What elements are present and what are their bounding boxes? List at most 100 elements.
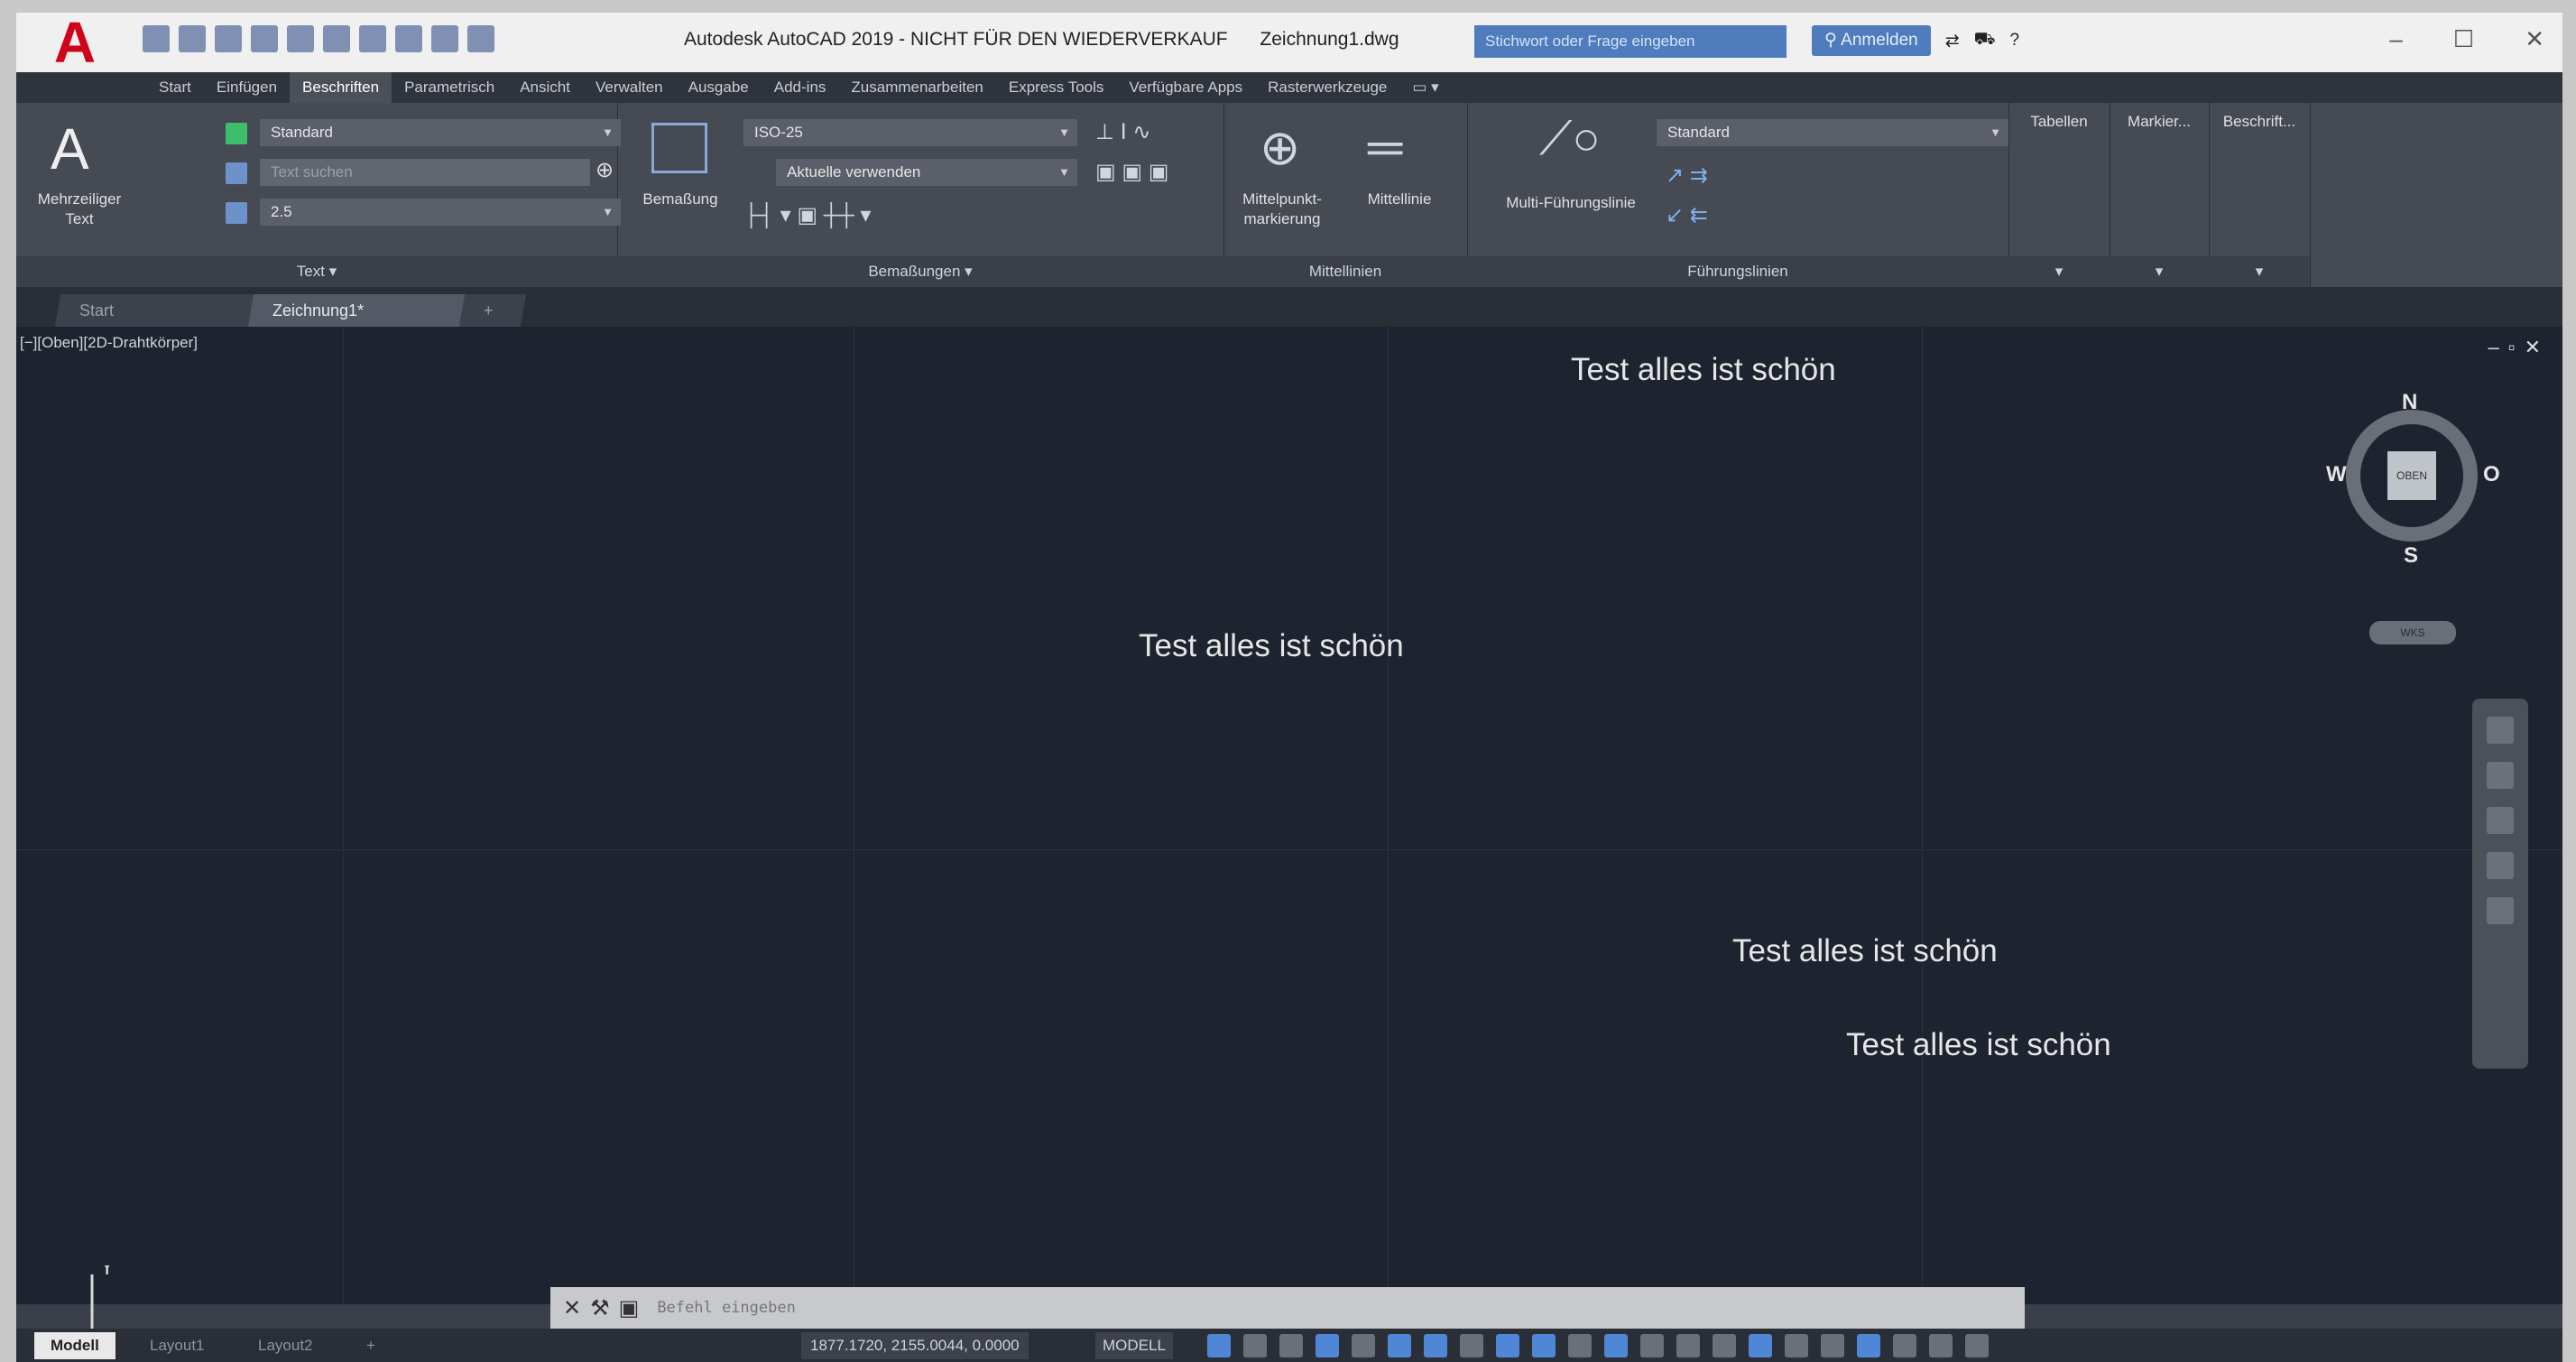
close-icon[interactable]: ✕ (563, 1295, 581, 1321)
viewport-controls-label[interactable]: [−][Oben][2D-Drahtkörper] (20, 334, 198, 352)
grid-icon[interactable] (1207, 1334, 1231, 1357)
compass-north[interactable]: N (2402, 390, 2417, 415)
share-icon[interactable] (467, 25, 494, 52)
ribbon-tab[interactable]: Ausgabe (676, 72, 762, 103)
sign-in-button[interactable]: ⚲ Anmelden (1812, 25, 1931, 56)
annotation-panel-expander[interactable]: ▾ (2209, 256, 2310, 287)
dimension-icon[interactable] (651, 123, 707, 173)
showmotion-icon[interactable] (2487, 897, 2514, 924)
object-snap-tracking-icon[interactable] (1388, 1334, 1411, 1357)
multileader-icon[interactable]: ⟋○ (1539, 112, 1601, 167)
dimension-button[interactable]: Bemaßung (626, 190, 734, 209)
multiline-text-icon[interactable]: A (51, 116, 89, 182)
zoom-icon[interactable] (2487, 807, 2514, 834)
transparency-icon[interactable] (1496, 1334, 1519, 1357)
customize-icon[interactable]: ⚒ (590, 1295, 610, 1321)
redo-icon[interactable] (431, 25, 458, 52)
drawing-text[interactable]: Test alles ist schön (1732, 933, 1998, 969)
layout1-tab[interactable]: Layout1 (134, 1332, 221, 1359)
add-layout-button[interactable]: + (350, 1332, 392, 1359)
orbit-icon[interactable] (2487, 852, 2514, 879)
ribbon-tab[interactable]: Verfügbare Apps (1116, 72, 1255, 103)
plot-icon[interactable] (323, 25, 350, 52)
viewcube-face[interactable]: OBEN (2387, 451, 2436, 500)
3d-osnap-icon[interactable] (1568, 1334, 1592, 1357)
centerline-icon[interactable]: ═ (1368, 119, 1402, 175)
lineweight-icon[interactable] (1460, 1334, 1483, 1357)
help-search-input[interactable]: Stichwort oder Frage eingeben (1474, 25, 1787, 58)
save-icon[interactable] (215, 25, 242, 52)
maximize-icon[interactable]: ☐ (2453, 25, 2474, 53)
recent-commands-icon[interactable]: ▣ (619, 1295, 640, 1321)
dim-tools-icons[interactable]: ├┤ ▾ ▣ ┼┼ ▾ (743, 202, 871, 228)
search-icon[interactable]: ⊕ (596, 157, 614, 183)
drawing-text[interactable]: Test alles ist schön (1846, 1027, 2111, 1063)
viewcube[interactable]: OBEN N S W O (2326, 390, 2500, 568)
selection-cycling-icon[interactable] (1532, 1334, 1556, 1357)
annotation-panel-label[interactable]: Beschrift... (2209, 112, 2310, 132)
add-leader-icons[interactable]: ↗ ⇉ (1666, 162, 1708, 189)
application-menu-button[interactable]: A (16, 13, 134, 72)
clean-screen-icon[interactable] (1929, 1334, 1953, 1357)
command-input[interactable]: Befehl eingeben (657, 1299, 796, 1317)
model-space-button[interactable]: MODELL (1095, 1332, 1173, 1359)
drawing-area[interactable]: [−][Oben][2D-Drahtkörper] –▫✕ Test alles… (16, 327, 2562, 1360)
ribbon-tab[interactable]: Einfügen (204, 72, 290, 103)
ribbon-tab[interactable]: Zusammenarbeiten (838, 72, 995, 103)
close-icon[interactable]: ✕ (2525, 25, 2544, 53)
ribbon-tab[interactable]: Verwalten (583, 72, 676, 103)
compass-west[interactable]: W (2326, 462, 2347, 487)
exchange-icon[interactable]: ⇄ (1945, 31, 1960, 51)
multiline-text-button[interactable]: Mehrzeiliger Text (25, 190, 134, 229)
ribbon-toggle-icon[interactable]: ▭ ▾ (1399, 72, 1451, 103)
isolate-objects-icon[interactable] (1857, 1334, 1880, 1357)
help-icon[interactable]: ? (2010, 31, 2020, 51)
compass-east[interactable]: O (2483, 462, 2500, 487)
new-tab-button[interactable]: + (458, 294, 527, 327)
lock-ui-icon[interactable] (1821, 1334, 1844, 1357)
viewport-window-controls[interactable]: –▫✕ (2488, 336, 2550, 359)
quick-properties-icon[interactable] (1785, 1334, 1808, 1357)
object-snap-icon[interactable] (1424, 1334, 1447, 1357)
workspace-icon[interactable] (1676, 1334, 1700, 1357)
annotation-scale-icon[interactable] (1640, 1334, 1664, 1357)
tables-panel-label[interactable]: Tabellen (2008, 112, 2110, 132)
undo-icon[interactable] (395, 25, 422, 52)
markup-panel-label[interactable]: Markier... (2110, 112, 2209, 132)
isodraft-icon[interactable] (1352, 1334, 1375, 1357)
polar-icon[interactable] (1316, 1334, 1339, 1357)
drawing-tab[interactable]: Zeichnung1* (247, 294, 496, 327)
snap-icon[interactable] (1243, 1334, 1267, 1357)
dim-quick-icons[interactable]: ⊥ Ⅰ ∿ (1095, 119, 1150, 145)
text-style-select[interactable]: Standard ▼ (260, 119, 621, 146)
center-mark-button[interactable]: Mittelpunkt-markierung (1223, 190, 1341, 229)
wcs-menu-button[interactable]: WKS (2369, 621, 2456, 644)
minimize-icon[interactable]: – (2389, 25, 2402, 53)
text-height-select[interactable]: 2.5 ▼ (260, 199, 621, 226)
pan-icon[interactable] (2487, 762, 2514, 789)
customization-icon[interactable] (1965, 1334, 1989, 1357)
markup-panel-expander[interactable]: ▾ (2110, 256, 2209, 287)
layout2-tab[interactable]: Layout2 (242, 1332, 329, 1359)
tables-panel-expander[interactable]: ▾ (2008, 256, 2110, 287)
centerline-button[interactable]: Mittellinie (1341, 190, 1458, 209)
new-icon[interactable] (143, 25, 170, 52)
ribbon-tab[interactable]: Ansicht (507, 72, 583, 103)
print-icon[interactable] (359, 25, 386, 52)
compass-south[interactable]: S (2404, 543, 2418, 569)
dynamic-ucs-icon[interactable] (1604, 1334, 1628, 1357)
drawing-text[interactable]: Test alles ist schön (1571, 352, 1836, 388)
save-as-icon[interactable] (251, 25, 278, 52)
cart-icon[interactable]: ⛟ (1974, 30, 1996, 51)
ribbon-tab[interactable]: Add-ins (762, 72, 839, 103)
ribbon-tab[interactable]: Rasterwerkzeuge (1255, 72, 1399, 103)
drawing-text[interactable]: Test alles ist schön (1139, 628, 1404, 664)
ribbon-tab[interactable]: Beschriften (290, 72, 392, 103)
open-icon[interactable] (179, 25, 206, 52)
ortho-icon[interactable] (1279, 1334, 1303, 1357)
dim-break-icons[interactable]: ▣ ▣ ▣ (1095, 159, 1168, 185)
units-icon[interactable] (1749, 1334, 1772, 1357)
ribbon-tab[interactable]: Express Tools (996, 72, 1117, 103)
multileader-button[interactable]: Multi-Führungslinie (1476, 193, 1666, 213)
web-mobile-icon[interactable] (287, 25, 314, 52)
